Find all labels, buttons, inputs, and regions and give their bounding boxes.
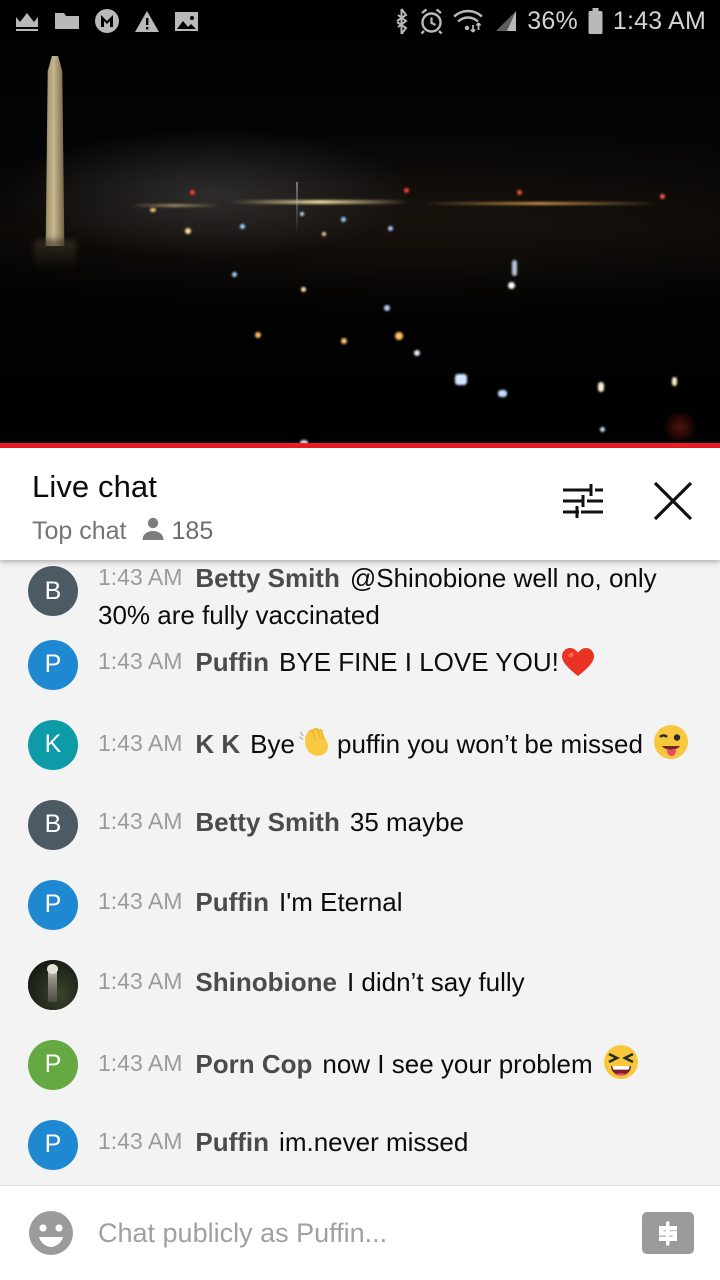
avatar[interactable]: P [28, 1039, 78, 1090]
avatar[interactable]: B [28, 566, 78, 616]
avatar-letter: P [44, 890, 62, 919]
avatar[interactable] [28, 959, 78, 1010]
chat-message-time: 1:43 AM [98, 1127, 183, 1154]
light-pole [296, 182, 298, 234]
live-chat-subheader: Top chat 185 [32, 516, 213, 548]
bluetooth-icon [393, 7, 410, 35]
folder-icon [54, 10, 80, 32]
live-chat-messages[interactable]: B 1:43 AM Betty Smith @Shinobione well no,… [0, 560, 720, 1185]
winking-tongue-emoji [653, 724, 689, 770]
chat-message[interactable]: P 1:43 AM Puffin I'm Eternal [0, 874, 720, 954]
battery-icon [587, 7, 604, 35]
heart-emoji [561, 646, 595, 688]
chat-message-text: now I see your problem [322, 1048, 593, 1079]
chat-message-author[interactable]: Betty Smith [195, 563, 339, 593]
status-bar-right-icons: 36% 1:43 AM [393, 7, 706, 36]
chat-message-body: 1:43 AM Betty Smith @Shinobione well no, o… [98, 560, 704, 634]
wifi-icon [453, 9, 484, 33]
chat-message-text: Bye [250, 728, 295, 759]
avatar-photo-head [47, 963, 58, 974]
city-lights [0, 42, 720, 448]
status-bar-clock: 1:43 AM [612, 6, 706, 35]
chat-message-time: 1:43 AM [98, 564, 183, 590]
chat-message-body: 1:43 AM Puffin im.never missed [98, 1114, 468, 1161]
chat-message-body: 1:43 AM Shinobione I didn’t say fully [98, 954, 525, 1001]
chat-message-author[interactable]: Puffin [195, 1127, 269, 1157]
live-chat-title: Live chat [32, 469, 157, 504]
battery-percent: 36% [527, 6, 578, 35]
close-icon[interactable] [650, 478, 696, 524]
chat-message-body: 1:43 AM Puffin BYE FINE I LOVE YOU! [98, 634, 597, 688]
avatar-letter: B [44, 810, 62, 839]
avatar-letter: P [44, 1130, 62, 1159]
chat-input-bar [0, 1185, 720, 1280]
emoji-smiley-icon[interactable] [26, 1208, 76, 1258]
chat-message-author[interactable]: Porn Cop [195, 1049, 312, 1079]
avatar[interactable]: P [28, 1119, 78, 1170]
chat-message-author[interactable]: Betty Smith [195, 807, 339, 837]
superchat-button[interactable] [642, 1212, 694, 1254]
status-bar-left-icons [14, 8, 199, 34]
live-chat-header-actions [560, 470, 696, 524]
chat-message-body: 1:43 AM Porn Cop now I see your problem [98, 1034, 641, 1090]
chat-message-text: im.never missed [279, 1126, 469, 1157]
waving-hand-emoji [297, 726, 335, 770]
image-icon [174, 10, 199, 33]
tune-icon[interactable] [560, 478, 606, 524]
chat-message-author[interactable]: K K [195, 729, 240, 759]
chat-message[interactable]: P 1:43 AM Puffin BYE FINE I LOVE YOU! [0, 634, 720, 714]
avatar-letter: P [44, 650, 62, 679]
viewer-count: 185 [141, 516, 214, 548]
chat-message-time: 1:43 AM [98, 647, 183, 674]
avatar[interactable]: K [28, 719, 78, 770]
chat-message-time: 1:43 AM [98, 1049, 183, 1076]
chat-message-text: 35 maybe [349, 806, 465, 837]
chat-message-body: 1:43 AM K K Bye puffin you won’t be missed [98, 714, 691, 770]
chat-message[interactable]: P 1:43 AM Puffin im.never missed [0, 1114, 720, 1185]
chat-message-body: 1:43 AM Puffin I'm Eternal [98, 874, 403, 921]
chat-message-time: 1:43 AM [98, 807, 183, 834]
status-bar: 36% 1:43 AM [0, 0, 720, 42]
laughing-squint-emoji [603, 1044, 639, 1090]
phone-screen: 36% 1:43 AM Live chat Top chat 185 B 1:4… [0, 0, 720, 1280]
alarm-icon [419, 8, 444, 34]
person-icon [141, 516, 165, 548]
chat-message-body: 1:43 AM Betty Smith 35 maybe [98, 794, 464, 841]
chat-input[interactable] [98, 1217, 642, 1249]
crown-icon [14, 10, 40, 32]
avatar[interactable]: B [28, 799, 78, 850]
chat-message[interactable]: B 1:43 AM Betty Smith 35 maybe [0, 794, 720, 874]
chat-message-text: I'm Eternal [279, 886, 403, 917]
chat-message-text-2: puffin you won’t be missed [336, 728, 643, 759]
live-chat-header: Live chat Top chat 185 [0, 448, 720, 560]
avatar-letter: B [44, 576, 62, 605]
chat-message-time: 1:43 AM [98, 887, 183, 914]
chat-mode-label[interactable]: Top chat [32, 517, 127, 546]
chat-message[interactable]: K 1:43 AM K K Bye puffin you won’t be miss… [0, 714, 720, 794]
avatar-letter: K [44, 730, 62, 759]
chat-message-time: 1:43 AM [98, 967, 183, 994]
chat-message-text: BYE FINE I LOVE YOU! [279, 646, 559, 677]
avatar[interactable]: P [28, 879, 78, 930]
gmail-icon [94, 8, 120, 34]
avatar-letter: P [44, 1050, 62, 1079]
chat-message[interactable]: 1:43 AM Shinobione I didn’t say fully [0, 954, 720, 1034]
chat-message[interactable]: B 1:43 AM Betty Smith @Shinobione well no,… [0, 560, 720, 634]
video-player[interactable] [0, 42, 720, 448]
avatar[interactable]: P [28, 639, 78, 690]
viewer-count-value: 185 [171, 517, 214, 546]
chat-message[interactable]: P 1:43 AM Porn Cop now I see your problem [0, 1034, 720, 1114]
chat-message-author[interactable]: Shinobione [195, 967, 337, 997]
signal-icon [492, 9, 518, 33]
chat-message-author[interactable]: Puffin [195, 647, 269, 677]
chat-message-text: I didn’t say fully [346, 966, 525, 997]
live-chat-header-texts: Live chat Top chat 185 [32, 469, 213, 548]
chat-message-time: 1:43 AM [98, 729, 183, 756]
chat-message-author[interactable]: Puffin [195, 887, 269, 917]
warning-icon [134, 10, 160, 33]
